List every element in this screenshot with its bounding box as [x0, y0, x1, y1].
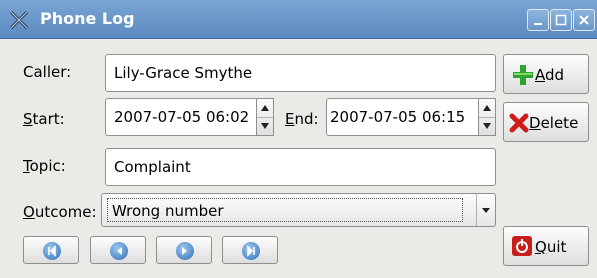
- plus-icon: [513, 65, 533, 85]
- start-spinner[interactable]: [257, 98, 274, 136]
- chevron-down-icon[interactable]: [476, 194, 495, 226]
- outcome-value: Wrong number: [107, 198, 463, 222]
- power-icon: [512, 236, 532, 256]
- maximize-button[interactable]: [550, 9, 572, 31]
- outcome-label: Outcome:: [23, 203, 97, 221]
- start-spin-up[interactable]: [257, 99, 273, 118]
- end-field[interactable]: 2007-07-05 06:15: [326, 98, 479, 136]
- close-icon: [579, 15, 589, 25]
- add-button[interactable]: Add: [503, 54, 589, 94]
- close-button[interactable]: [573, 9, 595, 31]
- delete-button[interactable]: Delete: [503, 102, 589, 142]
- topic-label: Topic:: [23, 157, 66, 175]
- end-spin-up[interactable]: [479, 99, 495, 118]
- maximize-icon: [555, 14, 567, 26]
- start-field[interactable]: 2007-07-05 06:02: [105, 98, 257, 136]
- start-spin-down[interactable]: [257, 117, 273, 135]
- next-record-button[interactable]: [156, 236, 212, 264]
- minimize-button[interactable]: [527, 9, 549, 31]
- last-icon: [247, 245, 255, 257]
- last-record-button[interactable]: [222, 236, 278, 264]
- previous-icon: [117, 247, 122, 255]
- titlebar[interactable]: Phone Log: [0, 0, 597, 39]
- quit-label: Quit: [535, 238, 567, 256]
- minimize-icon: [534, 23, 542, 25]
- quit-button[interactable]: Quit: [503, 226, 589, 266]
- previous-record-button[interactable]: [90, 236, 146, 264]
- end-spin-down[interactable]: [479, 117, 495, 135]
- topic-field[interactable]: Complaint: [105, 148, 496, 186]
- caller-field[interactable]: Lily-Grace Smythe: [105, 54, 496, 92]
- add-label: Add: [535, 66, 565, 84]
- outcome-dropdown[interactable]: Wrong number: [101, 193, 496, 227]
- delete-label: Delete: [529, 114, 579, 132]
- start-label: Start:: [23, 110, 65, 128]
- first-icon: [48, 245, 56, 257]
- red-x-icon: [509, 113, 529, 133]
- end-spinner[interactable]: [479, 98, 496, 136]
- caller-label: Caller:: [23, 63, 72, 81]
- first-record-button[interactable]: [23, 236, 79, 264]
- next-icon: [182, 247, 187, 255]
- window-title: Phone Log: [40, 9, 135, 28]
- end-label: End:: [285, 110, 319, 128]
- x-icon[interactable]: [8, 9, 30, 31]
- phone-log-window: Phone Log Caller: Lily-Grace Smythe Star…: [0, 0, 597, 278]
